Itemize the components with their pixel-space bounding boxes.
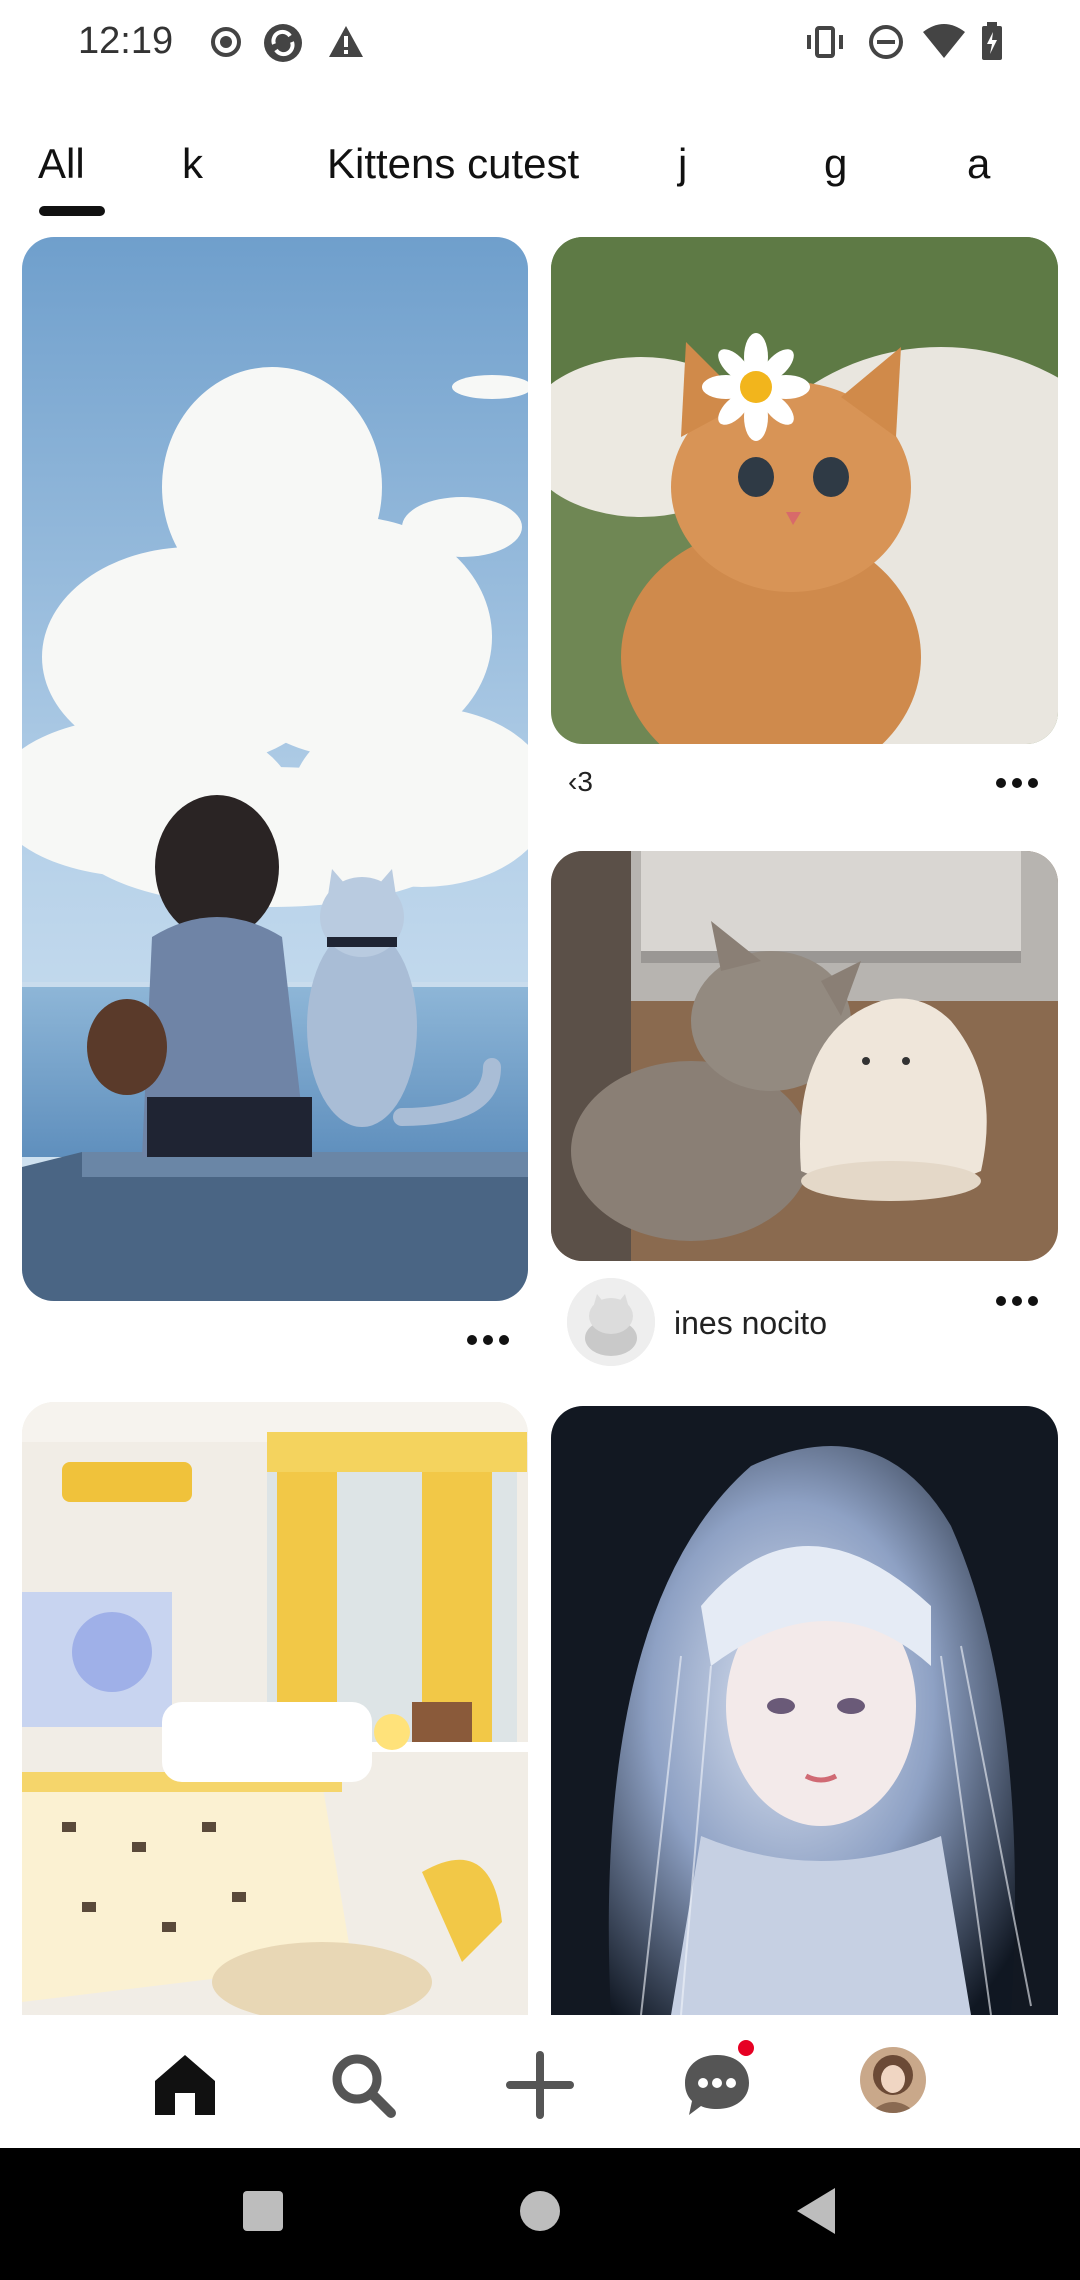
battery-icon: [982, 22, 1002, 60]
warning-icon: [329, 26, 363, 57]
pin-image: [551, 237, 1058, 744]
pin-yellow-bedroom[interactable]: [22, 1402, 528, 2015]
create-icon[interactable]: [500, 2045, 580, 2125]
pin-tabby-kitten[interactable]: [551, 851, 1058, 1261]
pin-orange-kitten[interactable]: [551, 237, 1058, 744]
home-button-icon[interactable]: [519, 2190, 561, 2232]
profile-avatar-image: [860, 2047, 926, 2113]
notification-dot: [735, 2037, 757, 2059]
bottom-navigation: [0, 2015, 1080, 2145]
tab-kittens-cutest[interactable]: Kittens cutest: [327, 140, 579, 188]
record-icon: [211, 27, 241, 57]
pin-more-button[interactable]: [467, 1335, 509, 1345]
pin-anime-girl-cat[interactable]: [22, 237, 528, 1301]
tab-k[interactable]: k: [182, 140, 203, 188]
selected-tab-indicator: [39, 206, 105, 216]
status-bar: 12:19: [0, 0, 1080, 90]
author-avatar[interactable]: [567, 1278, 655, 1366]
pin-image: [22, 237, 528, 1301]
tab-j[interactable]: j: [678, 140, 687, 188]
do-not-disturb-icon: [869, 25, 903, 59]
sync-icon: [264, 24, 302, 62]
search-icon[interactable]: [323, 2045, 403, 2125]
author-name[interactable]: ines nocito: [674, 1305, 827, 1342]
pin-caption: ‹3: [568, 766, 593, 797]
pin-more-button[interactable]: [996, 778, 1038, 788]
system-navigation-bar: [0, 2148, 1080, 2280]
board-tabs: All k Kittens cutest j g a: [0, 130, 1080, 220]
home-icon[interactable]: [145, 2045, 225, 2125]
pin-image: [551, 1406, 1058, 2015]
pin-image: [22, 1402, 528, 2015]
status-time: 12:19: [78, 20, 174, 62]
back-icon[interactable]: [795, 2186, 837, 2236]
pin-image: [551, 851, 1058, 1261]
recents-icon[interactable]: [242, 2190, 284, 2232]
tab-all[interactable]: All: [38, 140, 85, 188]
vibrate-icon: [807, 26, 843, 58]
tab-g[interactable]: g: [824, 140, 847, 188]
wifi-icon: [923, 24, 965, 58]
author-avatar-image: [567, 1278, 655, 1366]
tab-a[interactable]: a: [967, 140, 990, 188]
pin-white-hair-girl[interactable]: [551, 1406, 1058, 2015]
profile-avatar[interactable]: [860, 2047, 926, 2113]
pin-more-button[interactable]: [996, 1296, 1038, 1306]
